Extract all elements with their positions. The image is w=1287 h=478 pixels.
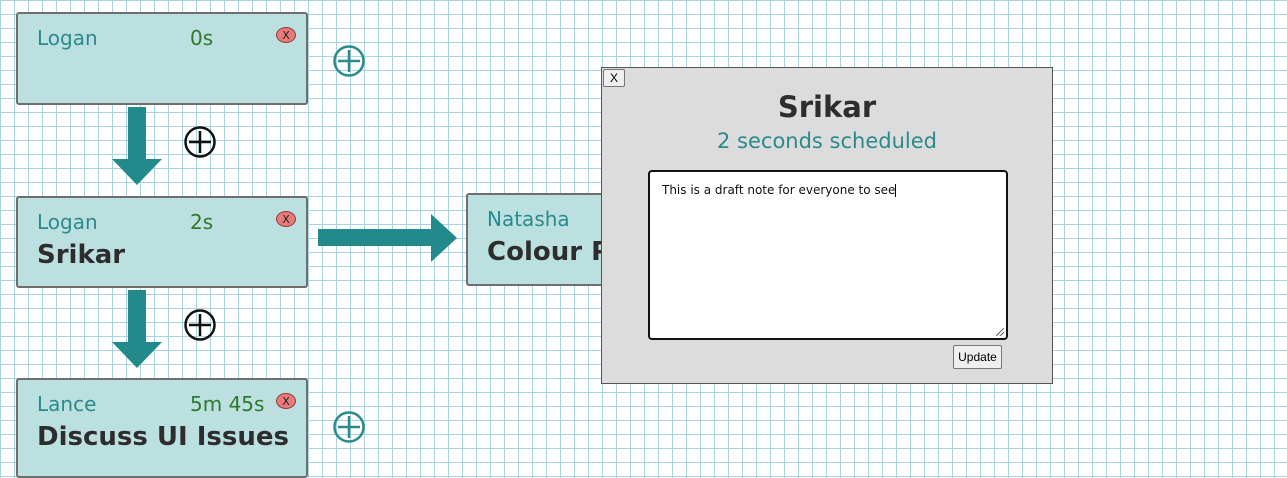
update-button[interactable]: Update	[953, 345, 1002, 369]
arrow-down-icon	[112, 107, 162, 185]
card-owner: Lance	[37, 392, 97, 416]
card-duration: 2s	[190, 210, 214, 234]
card-duration: 0s	[190, 26, 214, 50]
resize-handle-icon[interactable]	[996, 328, 1004, 336]
modal-title: Srikar	[777, 90, 877, 124]
task-card[interactable]: Natasha Colour Pa	[466, 193, 606, 286]
delete-card-button[interactable]: X	[276, 211, 296, 227]
card-owner: Logan	[37, 26, 98, 50]
card-title: Discuss UI Issues	[37, 422, 289, 452]
task-card[interactable]: Logan 2s X Srikar	[16, 196, 308, 288]
delete-card-button[interactable]: X	[276, 27, 296, 43]
card-owner: Logan	[37, 210, 98, 234]
arrow-down-icon	[112, 290, 162, 368]
plus-circle-icon[interactable]	[332, 44, 366, 78]
card-duration: 5m 45s	[190, 392, 265, 416]
note-textarea[interactable]: This is a draft note for everyone to see	[648, 170, 1008, 340]
task-card[interactable]: Logan 0s X	[16, 12, 308, 105]
arrow-right-icon	[318, 214, 457, 262]
delete-card-button[interactable]: X	[276, 393, 296, 409]
note-modal: X Srikar 2 seconds scheduled This is a d…	[601, 67, 1053, 384]
close-modal-button[interactable]: X	[603, 69, 625, 87]
note-text: This is a draft note for everyone to see	[662, 183, 896, 197]
task-card[interactable]: Lance 5m 45s X Discuss UI Issues	[16, 378, 308, 478]
plus-circle-icon[interactable]	[332, 410, 366, 444]
text-caret	[895, 184, 897, 197]
plus-circle-icon[interactable]	[183, 308, 217, 342]
plus-circle-icon[interactable]	[183, 125, 217, 159]
card-owner: Natasha	[487, 207, 570, 231]
card-title: Srikar	[37, 240, 126, 270]
modal-subtitle: 2 seconds scheduled	[717, 129, 937, 153]
card-title: Colour Pa	[487, 237, 604, 267]
